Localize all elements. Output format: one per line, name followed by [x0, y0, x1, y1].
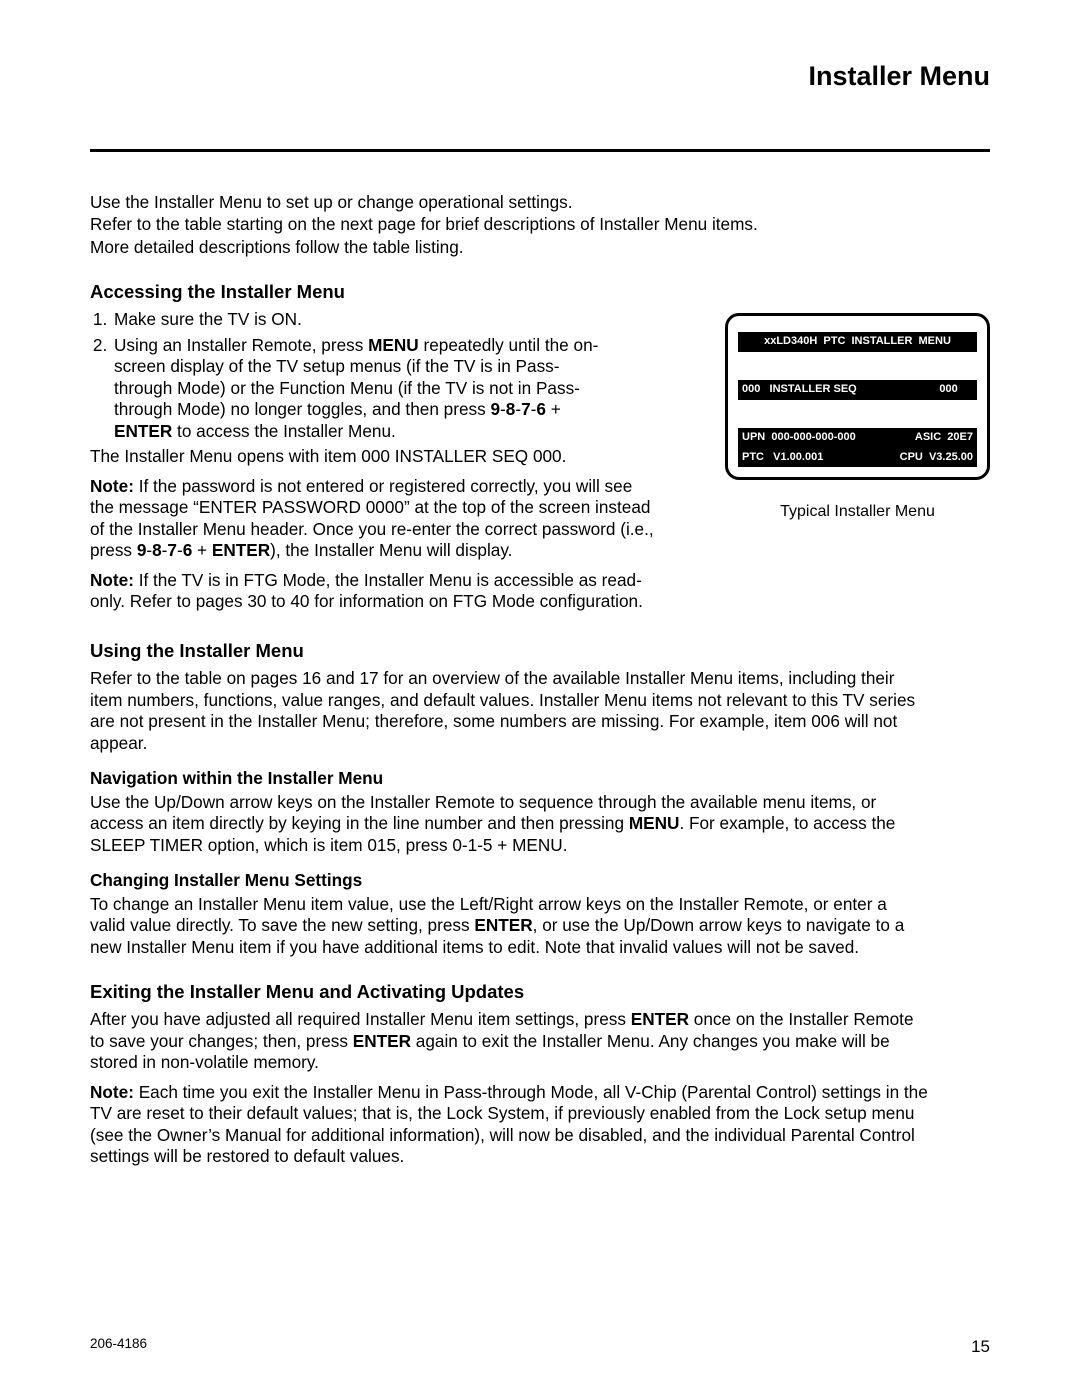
screen-info2-left: PTC V1.00.001: [742, 451, 823, 465]
note2-text: If the TV is in FTG Mode, the Installer …: [90, 570, 643, 612]
exit-note-label: Note:: [90, 1082, 134, 1102]
screen-info2-right: CPU V3.25.00: [900, 451, 973, 465]
exit-pre: After you have adjusted all required Ins…: [90, 1009, 631, 1029]
key-6: 6: [536, 399, 546, 419]
tv-screen: xxLD340H PTC INSTALLER MENU 000 INSTALLE…: [725, 313, 990, 480]
heading-exiting: Exiting the Installer Menu and Activatin…: [90, 980, 990, 1003]
heading-accessing: Accessing the Installer Menu: [90, 280, 990, 303]
page-footer: 206-4186 15: [90, 1336, 990, 1357]
accessing-note2: Note: If the TV is in FTG Mode, the Inst…: [90, 570, 660, 613]
chg-enter: ENTER: [474, 915, 532, 935]
accessing-steps: Make sure the TV is ON. Using an Install…: [90, 309, 610, 442]
accessing-opens: The Installer Menu opens with item 000 I…: [90, 446, 610, 468]
exit-enter2: ENTER: [353, 1031, 411, 1051]
screen-caption: Typical Installer Menu: [725, 502, 990, 522]
step2-pre: Using an Installer Remote, press: [114, 335, 368, 355]
screen-info2-bar: PTC V1.00.001 CPU V3.25.00: [738, 448, 977, 468]
using-intro: Refer to the table on pages 16 and 17 fo…: [90, 668, 930, 754]
heading-navigation: Navigation within the Installer Menu: [90, 768, 990, 790]
note1-9: 9: [137, 540, 147, 560]
intro-block: Use the Installer Menu to set up or chan…: [90, 192, 990, 259]
changing-text: To change an Installer Menu item value, …: [90, 894, 910, 959]
exit-enter1: ENTER: [631, 1009, 689, 1029]
exit-note: Note: Each time you exit the Installer M…: [90, 1082, 930, 1168]
screen-seq-left: 000 INSTALLER SEQ: [742, 383, 857, 397]
step-2: Using an Installer Remote, press MENU re…: [112, 335, 610, 443]
note1-8: 8: [152, 540, 162, 560]
heading-changing: Changing Installer Menu Settings: [90, 870, 990, 892]
tv-screen-figure: xxLD340H PTC INSTALLER MENU 000 INSTALLE…: [725, 313, 990, 522]
step-1: Make sure the TV is ON.: [112, 309, 610, 331]
exit-text: After you have adjusted all required Ins…: [90, 1009, 930, 1074]
key-menu: MENU: [368, 335, 419, 355]
note1-label: Note:: [90, 476, 134, 496]
screen-title-bar: xxLD340H PTC INSTALLER MENU: [738, 332, 977, 352]
note1-enter: ENTER: [212, 540, 270, 560]
note1-plus: +: [192, 540, 212, 560]
page-title: Installer Menu: [90, 60, 990, 94]
accessing-content: Make sure the TV is ON. Using an Install…: [90, 309, 610, 613]
note2-label: Note:: [90, 570, 134, 590]
screen-info1-bar: UPN 000-000-000-000 ASIC 20E7: [738, 428, 977, 448]
key-8: 8: [506, 399, 516, 419]
exit-note-text: Each time you exit the Installer Menu in…: [90, 1082, 928, 1167]
note1-7: 7: [167, 540, 177, 560]
note1-6: 6: [183, 540, 193, 560]
intro-line-2: Refer to the table starting on the next …: [90, 214, 990, 236]
key-7: 7: [521, 399, 531, 419]
key-enter: ENTER: [114, 421, 172, 441]
screen-seq-bar: 000 INSTALLER SEQ 000: [738, 380, 977, 400]
heading-using: Using the Installer Menu: [90, 639, 990, 662]
note1-post: ), the Installer Menu will display.: [270, 540, 512, 560]
intro-line-1: Use the Installer Menu to set up or chan…: [90, 192, 990, 214]
title-rule: [90, 149, 990, 152]
page-number: 15: [971, 1336, 990, 1357]
screen-info1-right: ASIC 20E7: [915, 431, 973, 445]
intro-line-3: More detailed descriptions follow the ta…: [90, 237, 990, 259]
screen-seq-right: 000: [939, 383, 973, 397]
screen-info1-left: UPN 000-000-000-000: [742, 431, 856, 445]
accessing-note1: Note: If the password is not entered or …: [90, 476, 660, 562]
key-9: 9: [490, 399, 500, 419]
doc-number: 206-4186: [90, 1336, 147, 1357]
step2-post: to access the Installer Menu.: [172, 421, 396, 441]
nav-menu: MENU: [629, 813, 680, 833]
plus: +: [546, 399, 561, 419]
navigation-text: Use the Up/Down arrow keys on the Instal…: [90, 792, 910, 857]
screen-title: xxLD340H PTC INSTALLER MENU: [764, 335, 951, 349]
